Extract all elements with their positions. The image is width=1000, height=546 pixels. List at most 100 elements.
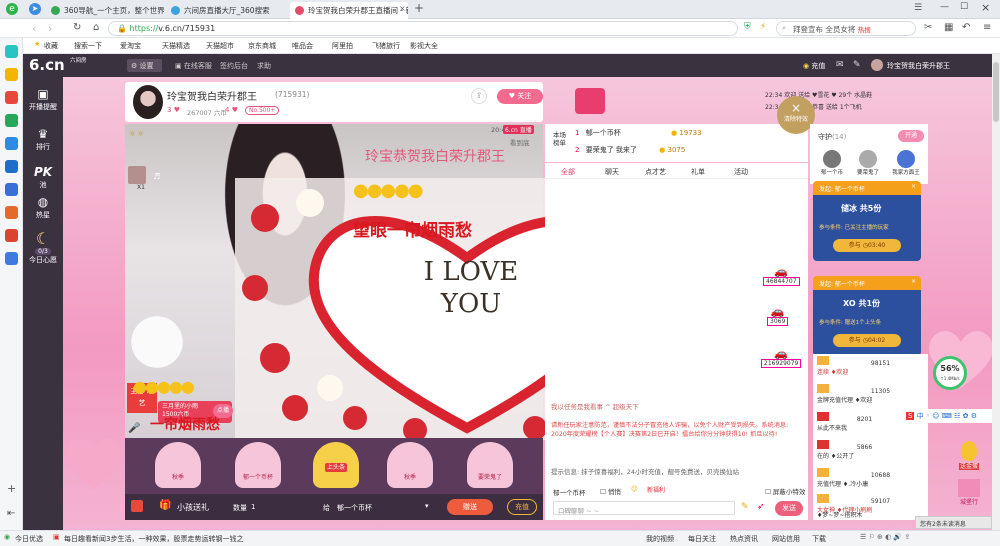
lightning-icon[interactable]: ⚡ bbox=[760, 22, 766, 32]
status-item-videos[interactable]: 我的视频 bbox=[646, 534, 674, 544]
bookmark-item[interactable]: 阿里拍 bbox=[332, 41, 353, 51]
guard-member[interactable]: 我家方面王 bbox=[892, 150, 920, 176]
packet-close-icon[interactable]: × bbox=[911, 278, 916, 285]
tab-list-icon[interactable]: ☰ bbox=[914, 3, 922, 13]
nav-daily-wish[interactable]: ☾ 0/3 今日心愿 bbox=[23, 231, 63, 265]
mic-icon[interactable]: 🎤 bbox=[128, 423, 140, 434]
tab-live-room[interactable]: 玲宝贺我白荣升郡王直播间 - 新 bbox=[290, 2, 408, 19]
packet-join-button[interactable]: 参与 ◷04:02 bbox=[833, 334, 901, 347]
status-icons[interactable]: ☰ ⚐ ⊕ ◐ 🔊 ⇪ bbox=[860, 533, 910, 541]
bookmark-item[interactable]: 飞猪旅行 bbox=[372, 41, 400, 51]
gift-seat[interactable]: 要荣鬼了 bbox=[467, 442, 513, 488]
tab-chat[interactable]: 聊天 bbox=[605, 167, 619, 177]
gift-seat-headline[interactable]: 上头条 bbox=[313, 442, 359, 488]
status-item-follow[interactable]: 每日关注 bbox=[688, 534, 716, 544]
tab-activity[interactable]: 活动 bbox=[734, 167, 748, 177]
share-icon[interactable]: ⇪ bbox=[471, 88, 487, 104]
block-effect-checkbox[interactable]: ☐ 屏蔽小特效 bbox=[765, 486, 805, 496]
edit-icon[interactable]: ✎ bbox=[853, 60, 861, 70]
nav-live-reminder[interactable]: ▣ 开播提醒 bbox=[23, 87, 63, 112]
unread-messages-box[interactable]: 您有2条未读消息 bbox=[915, 516, 992, 529]
menu-icon[interactable]: ≡ bbox=[983, 22, 991, 33]
close-window-icon[interactable]: × bbox=[981, 1, 990, 14]
sidebar-app-icon[interactable] bbox=[5, 45, 18, 58]
send-chat-button[interactable]: 发送 bbox=[775, 501, 803, 516]
online-service-link[interactable]: ▣ 在线客服 bbox=[175, 61, 212, 71]
follow-button[interactable]: ♥ 关注 bbox=[497, 89, 543, 104]
sidebar-app-icon[interactable] bbox=[5, 183, 18, 196]
host-avatar[interactable] bbox=[133, 85, 163, 119]
search-box[interactable]: ⌕ 拜登宣布 全员女将 热搜 bbox=[776, 21, 916, 36]
red-packet-card[interactable]: 发起: 郁一个币杯 × XO 共1份 参与条件: 赠送1个上头条 参与 ◷04:… bbox=[813, 276, 921, 356]
sidebar-add-icon[interactable]: + bbox=[7, 482, 16, 495]
vehicle-card[interactable]: 🚗 3069 bbox=[767, 305, 789, 326]
maximize-icon[interactable]: ☐ bbox=[960, 2, 968, 12]
gift-seat[interactable]: 秋季 bbox=[387, 442, 433, 488]
bookmark-item[interactable]: 搜索一下 bbox=[74, 41, 102, 51]
packet-join-button[interactable]: 参与 ◷03:40 bbox=[833, 239, 901, 252]
gift-seat[interactable]: 郁一个币杯 bbox=[235, 442, 281, 488]
rank-row[interactable]: 2 要荣鬼了 我来了 ● 3075 bbox=[575, 145, 685, 155]
gift-box-badge[interactable] bbox=[575, 88, 605, 114]
sidebar-app-icon[interactable] bbox=[5, 91, 18, 104]
page-scrollbar[interactable] bbox=[992, 54, 1000, 530]
help-link[interactable]: 求助 bbox=[257, 61, 271, 71]
tab-talent[interactable]: 点才艺 bbox=[645, 167, 666, 177]
back-icon[interactable]: ‹ bbox=[32, 22, 36, 35]
scrollbar-thumb[interactable] bbox=[993, 62, 999, 122]
nav-hot-star[interactable]: ◍ 热星 bbox=[23, 195, 63, 220]
tab-360-search[interactable]: 六间房直播大厅_360搜索 bbox=[166, 2, 286, 19]
sidebar-app-icon[interactable] bbox=[5, 114, 18, 127]
sidebar-app-icon[interactable] bbox=[5, 229, 18, 242]
sidebar-app-icon[interactable] bbox=[5, 68, 18, 81]
rank-row[interactable]: 1 郁一个币杯 ● 19733 bbox=[575, 128, 702, 138]
gift-box-icon[interactable] bbox=[131, 500, 143, 512]
recharge-link[interactable]: ◉ 充值 bbox=[803, 61, 825, 71]
qty-input[interactable]: 1 bbox=[251, 503, 255, 511]
gift-seat[interactable]: 秋季 bbox=[155, 442, 201, 488]
site-logo[interactable]: 6.cn 六间房 bbox=[29, 56, 86, 74]
bookmark-item[interactable]: 天猫超市 bbox=[206, 41, 234, 51]
speed-widget[interactable]: 56% ↑1.4Mb/s bbox=[933, 356, 967, 390]
bookmark-item[interactable]: 收藏 bbox=[44, 41, 58, 51]
nav-ranking[interactable]: ♛ 排行 bbox=[23, 127, 63, 152]
fan-row[interactable]: 11305 金牌充值代理 ♦欢迎 bbox=[817, 384, 927, 404]
daily-picks-link[interactable]: 今日优选 bbox=[15, 534, 43, 544]
input-method-bar[interactable]: S 中 ◦ ☺ ⌨ ☷ ✿ ⚙ bbox=[903, 409, 999, 423]
forward-icon[interactable]: › bbox=[48, 22, 52, 35]
new-benefit-tag[interactable]: 新福利 bbox=[647, 485, 665, 494]
grid-icon[interactable]: ▦ bbox=[944, 22, 953, 33]
shield-icon[interactable]: ⛨ bbox=[744, 22, 751, 32]
chat-recipient-select[interactable]: 郁一个币杯 bbox=[553, 487, 586, 497]
address-bar[interactable]: 🔒 https://v.6.cn/715931 bbox=[108, 21, 738, 36]
status-item-download[interactable]: 下载 bbox=[812, 534, 826, 544]
fan-row[interactable]: 5866 在的 ♦公开了 bbox=[817, 440, 927, 460]
whisper-checkbox[interactable]: ☐ 悄悄 bbox=[600, 486, 621, 496]
minimize-icon[interactable]: — bbox=[940, 2, 949, 12]
fan-row[interactable]: ♦梦~梦~搭积木 bbox=[817, 510, 927, 519]
send-gift-button[interactable]: 赠送 bbox=[447, 499, 493, 515]
scissors-icon[interactable]: ✂ bbox=[924, 22, 932, 33]
bookmark-item[interactable]: 京东商城 bbox=[248, 41, 276, 51]
tab-360-nav[interactable]: 360导航_一个主页，整个世界 bbox=[46, 2, 164, 19]
vehicle-card[interactable]: 🚗 46844707 bbox=[763, 265, 800, 286]
vehicle-card[interactable]: 🚗 216929079 bbox=[761, 347, 802, 368]
recipient-dropdown-icon[interactable]: ▾ bbox=[425, 502, 429, 510]
guard-member[interactable]: 要荣鬼了 bbox=[856, 150, 880, 176]
nav-pk-pool[interactable]: PK 池 bbox=[23, 165, 63, 190]
golden-egg-widget[interactable]: 送金蛋 bbox=[955, 441, 983, 473]
guard-member[interactable]: 郁一个币 bbox=[820, 150, 844, 176]
gift-bag-icon[interactable]: 🎁 bbox=[159, 500, 171, 511]
new-tab-button[interactable]: + bbox=[414, 1, 424, 15]
sidebar-app-icon[interactable] bbox=[5, 160, 18, 173]
bookmark-item[interactable]: 天猫精选 bbox=[162, 41, 190, 51]
bookmark-item[interactable]: 唯品会 bbox=[292, 41, 313, 51]
castle-widget[interactable]: 城堡行 bbox=[952, 479, 986, 507]
sidebar-collapse-icon[interactable]: ⇤ bbox=[7, 508, 15, 519]
sidebar-app-icon[interactable] bbox=[5, 137, 18, 150]
packet-close-icon[interactable]: × bbox=[911, 183, 916, 190]
status-item-news[interactable]: 热点资讯 bbox=[730, 534, 758, 544]
sign-in-link[interactable]: 签约后台 bbox=[220, 61, 248, 71]
viewer-avatar[interactable] bbox=[128, 166, 146, 184]
username-label[interactable]: 玲宝贺我白荣升郡王 bbox=[887, 61, 950, 71]
